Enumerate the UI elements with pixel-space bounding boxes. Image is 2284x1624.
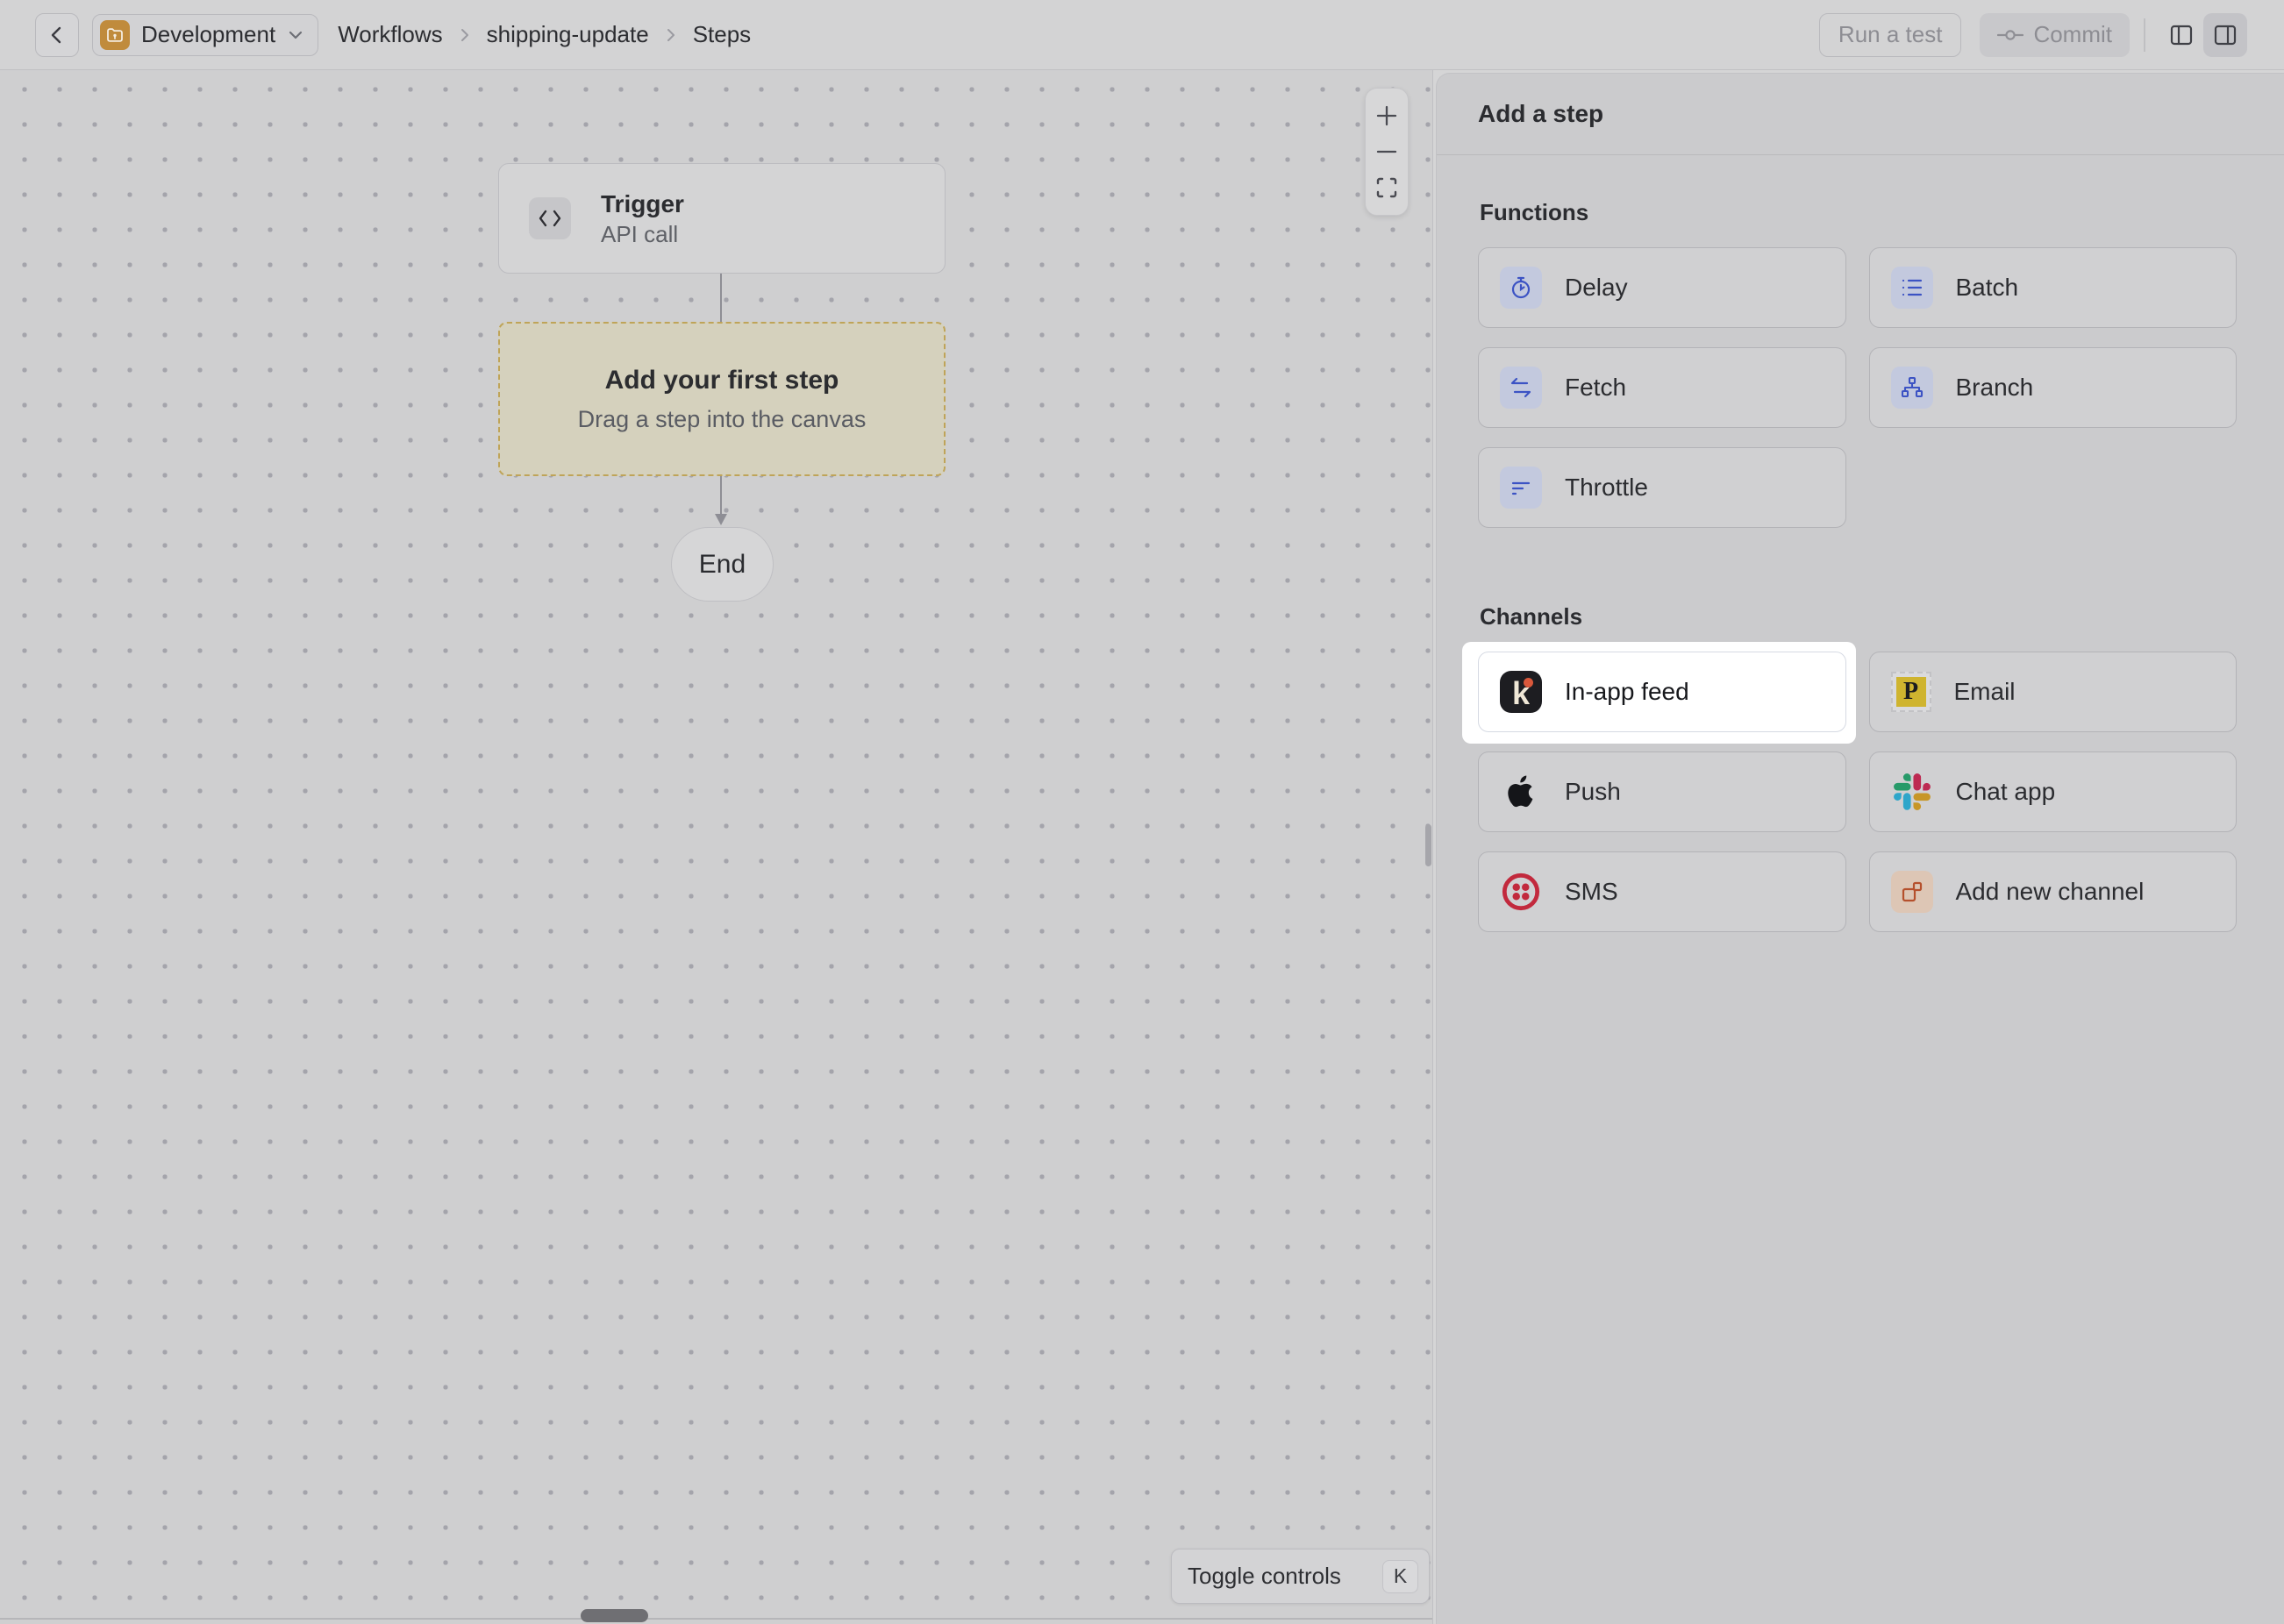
panel-body: Functions Delay bbox=[1437, 155, 2284, 932]
horizontal-scrollbar-track bbox=[0, 1618, 1432, 1620]
step-label: Fetch bbox=[1565, 374, 1626, 402]
channel-label: In-app feed bbox=[1565, 678, 1689, 706]
swap-arrows-icon bbox=[1500, 367, 1542, 409]
channel-sms-button[interactable]: SMS bbox=[1478, 851, 1846, 932]
channels-section: Channels k In-app feed bbox=[1478, 603, 2237, 932]
channel-label: Chat app bbox=[1956, 778, 2056, 806]
toggle-controls-label: Toggle controls bbox=[1188, 1563, 1341, 1590]
channel-in-app-feed-button[interactable]: k In-app feed bbox=[1478, 652, 1846, 732]
step-throttle-button[interactable]: Throttle bbox=[1478, 447, 1846, 528]
top-bar: Development Workflows shipping-update St… bbox=[0, 0, 2284, 70]
chevron-left-icon bbox=[47, 25, 67, 45]
environment-folder-icon bbox=[100, 20, 130, 50]
batch-list-icon bbox=[1891, 267, 1933, 309]
dropzone-subtitle: Drag a step into the canvas bbox=[578, 406, 867, 433]
channel-email-button[interactable]: P Email bbox=[1869, 652, 2238, 732]
end-node[interactable]: End bbox=[671, 527, 774, 602]
fit-view-icon bbox=[1374, 175, 1399, 200]
toggle-controls-button[interactable]: Toggle controls K bbox=[1171, 1549, 1430, 1604]
zoom-out-button[interactable] bbox=[1369, 136, 1404, 167]
trigger-title: Trigger bbox=[601, 189, 684, 220]
step-delay-button[interactable]: Delay bbox=[1478, 247, 1846, 328]
channel-push-button[interactable]: Push bbox=[1478, 751, 1846, 832]
channel-label: SMS bbox=[1565, 878, 1618, 906]
vertical-scrollbar-thumb[interactable] bbox=[1425, 824, 1431, 866]
fit-view-button[interactable] bbox=[1369, 172, 1404, 203]
panel-header: Add a step bbox=[1437, 74, 2284, 155]
horizontal-scrollbar-thumb[interactable] bbox=[581, 1609, 648, 1622]
run-a-test-button[interactable]: Run a test bbox=[1819, 13, 1962, 57]
channel-label: Email bbox=[1954, 678, 2016, 706]
edge-arrow-connector bbox=[712, 476, 730, 527]
knock-logo-icon: k bbox=[1500, 671, 1542, 713]
functions-section: Functions Delay bbox=[1478, 199, 2237, 528]
toggle-left-panel-button[interactable] bbox=[2159, 13, 2203, 57]
postmark-icon: P bbox=[1891, 672, 1931, 712]
add-channel-icon bbox=[1891, 871, 1933, 913]
trigger-subtitle: API call bbox=[601, 220, 684, 248]
trigger-node[interactable]: Trigger API call bbox=[498, 163, 946, 274]
git-commit-icon bbox=[1997, 27, 2023, 43]
plus-icon bbox=[1375, 104, 1398, 127]
slack-icon bbox=[1891, 771, 1933, 813]
throttle-lines-icon bbox=[1500, 467, 1542, 509]
add-step-panel: Add a step Functions Delay bbox=[1436, 73, 2284, 1624]
environment-selector[interactable]: Development bbox=[92, 14, 318, 56]
step-label: Delay bbox=[1565, 274, 1628, 302]
step-batch-button[interactable]: Batch bbox=[1869, 247, 2238, 328]
step-fetch-button[interactable]: Fetch bbox=[1478, 347, 1846, 428]
stopwatch-icon bbox=[1500, 267, 1542, 309]
channel-label: Push bbox=[1565, 778, 1621, 806]
add-new-channel-button[interactable]: Add new channel bbox=[1869, 851, 2238, 932]
environment-label: Development bbox=[141, 21, 275, 48]
panel-left-icon bbox=[2167, 21, 2195, 49]
add-first-step-dropzone[interactable]: Add your first step Drag a step into the… bbox=[498, 322, 946, 476]
channels-grid: k In-app feed P Email bbox=[1478, 652, 2237, 932]
zoom-in-button[interactable] bbox=[1369, 100, 1404, 132]
minus-icon bbox=[1375, 140, 1398, 163]
functions-section-label: Functions bbox=[1480, 199, 2237, 226]
chevron-right-icon bbox=[664, 26, 678, 44]
toggle-right-panel-button[interactable] bbox=[2203, 13, 2247, 57]
step-branch-button[interactable]: Branch bbox=[1869, 347, 2238, 428]
functions-grid: Delay Batch bbox=[1478, 247, 2237, 528]
edge-connector bbox=[720, 274, 722, 323]
channel-label: Add new channel bbox=[1956, 878, 2145, 906]
panel-title: Add a step bbox=[1478, 100, 1603, 128]
breadcrumb: Workflows shipping-update Steps bbox=[338, 21, 751, 48]
commit-label: Commit bbox=[2033, 21, 2112, 48]
step-label: Branch bbox=[1956, 374, 2034, 402]
zoom-controls bbox=[1365, 88, 1409, 216]
panel-right-icon bbox=[2211, 21, 2239, 49]
commit-button[interactable]: Commit bbox=[1980, 13, 2130, 57]
in-app-feed-cell: k In-app feed bbox=[1478, 652, 1846, 732]
workflow-builder-app: Development Workflows shipping-update St… bbox=[0, 0, 2284, 1624]
breadcrumb-workflow-name[interactable]: shipping-update bbox=[487, 21, 649, 48]
tree-branch-icon bbox=[1891, 367, 1933, 409]
step-label: Batch bbox=[1956, 274, 2019, 302]
step-label: Throttle bbox=[1565, 474, 1648, 502]
twilio-icon bbox=[1500, 871, 1542, 913]
dropzone-title: Add your first step bbox=[605, 366, 839, 395]
keyboard-shortcut-badge: K bbox=[1382, 1560, 1418, 1593]
end-node-label: End bbox=[699, 550, 746, 580]
chevron-right-icon bbox=[458, 26, 472, 44]
breadcrumb-steps: Steps bbox=[693, 21, 752, 48]
topbar-divider bbox=[2144, 18, 2145, 52]
channel-chat-app-button[interactable]: Chat app bbox=[1869, 751, 2238, 832]
channels-section-label: Channels bbox=[1480, 603, 2237, 630]
code-icon bbox=[529, 197, 571, 239]
back-button[interactable] bbox=[35, 13, 79, 57]
apple-icon bbox=[1500, 771, 1542, 813]
breadcrumb-workflows[interactable]: Workflows bbox=[338, 21, 442, 48]
chevron-down-icon bbox=[287, 26, 304, 44]
workflow-canvas[interactable]: Trigger API call Add your first step Dra… bbox=[0, 70, 1433, 1624]
